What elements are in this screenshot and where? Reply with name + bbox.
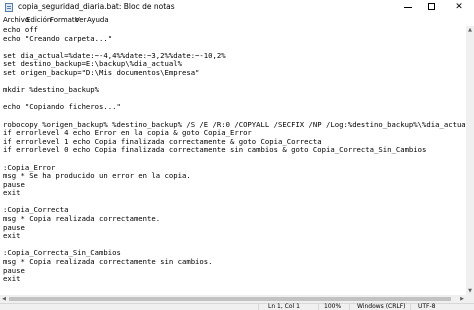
editor-line[interactable]: msg * Se ha producido un error en la cop… (3, 171, 191, 180)
vertical-scrollbar[interactable]: ▲ ▼ (466, 26, 474, 295)
status-divider (258, 304, 259, 310)
close-icon: ✕ (455, 2, 463, 12)
window-title: copia_seguridad_diaria.bat: Bloc de nota… (18, 2, 175, 11)
editor-line[interactable]: echo "Creando carpeta..." (3, 34, 112, 43)
title-bar[interactable]: copia_seguridad_diaria.bat: Bloc de nota… (0, 0, 474, 15)
status-line-ending: Windows (CRLF) (357, 303, 406, 310)
status-divider (318, 304, 319, 310)
status-zoom: 100% (324, 303, 342, 310)
notepad-window: copia_seguridad_diaria.bat: Bloc de nota… (0, 0, 474, 310)
horizontal-scroll-thumb[interactable] (9, 297, 451, 301)
menu-bar: Archivo Edición Formato Ver Ayuda (0, 15, 474, 26)
editor-text[interactable]: echo off echo "Creando carpeta..." set d… (3, 26, 466, 284)
chevron-left-icon[interactable]: ◀ (0, 295, 8, 303)
notepad-icon (5, 3, 13, 12)
editor-line[interactable]: msg * Copia realizada correctamente. (3, 214, 160, 223)
status-bar: Ln 1, Col 1 100% Windows (CRLF) UTF-8 (0, 303, 474, 310)
editor-line[interactable]: exit (3, 188, 20, 197)
chevron-right-icon[interactable]: ▶ (458, 295, 466, 303)
maximize-button[interactable] (420, 0, 444, 15)
minimize-icon (404, 7, 412, 8)
menu-ayuda[interactable]: Ayuda (87, 15, 109, 26)
minimize-button[interactable] (396, 0, 420, 15)
editor-line[interactable]: set origen_backup="D:\Mis documentos\Emp… (3, 68, 199, 77)
status-divider (349, 304, 350, 310)
close-button[interactable]: ✕ (447, 0, 471, 15)
status-encoding: UTF-8 (418, 303, 436, 310)
editor-line[interactable]: exit (3, 231, 20, 240)
editor-line[interactable]: if errorlevel 0 echo Copia finalizada co… (3, 145, 426, 155)
editor-line[interactable]: msg * Copia realizada correctamente sin … (3, 257, 213, 266)
status-position: Ln 1, Col 1 (268, 303, 300, 310)
status-divider (410, 304, 411, 310)
editor-line[interactable]: exit (3, 274, 20, 283)
maximize-icon (428, 3, 435, 10)
chevron-up-icon[interactable]: ▲ (466, 26, 474, 34)
menu-ver[interactable]: Ver (75, 15, 86, 26)
horizontal-scrollbar[interactable]: ◀ ▶ (0, 295, 466, 303)
editor-line[interactable]: mkdir %destino_backup% (3, 85, 99, 94)
scrollbar-corner (466, 295, 474, 303)
text-editor[interactable]: echo off echo "Creando carpeta..." set d… (0, 26, 466, 295)
editor-line[interactable]: echo "Copiando ficheros..." (3, 102, 121, 112)
menu-edicion[interactable]: Edición (26, 15, 51, 26)
chevron-down-icon[interactable]: ▼ (466, 287, 474, 295)
